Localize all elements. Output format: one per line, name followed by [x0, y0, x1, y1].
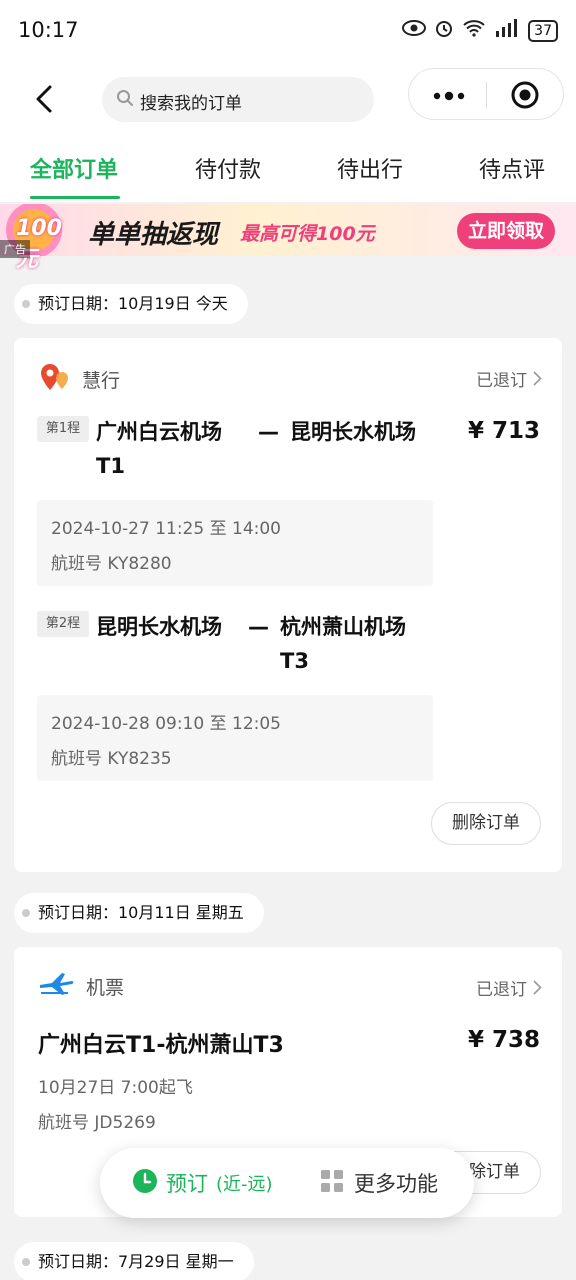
tab-pending-payment[interactable]: 待付款 — [195, 152, 261, 184]
leg-to: 杭州萧山机场 — [280, 615, 406, 639]
promo-banner[interactable]: 100元 广告 单单抽返现 最高可得100元 立即领取 — [0, 204, 576, 272]
order-date-pill: 预订日期：10月19日 今天 — [14, 284, 248, 324]
alarm-icon — [434, 18, 454, 43]
wifi-icon — [462, 19, 486, 42]
clock-icon — [132, 1168, 158, 1198]
leg-dash: — — [248, 615, 269, 639]
leg-flight-number: 航班号 KY8280 — [51, 554, 172, 574]
header: 搜索我的订单 全部订单 待付款 待出行 待点评 — [0, 62, 576, 202]
flight-number: 航班号 JD5269 — [38, 1113, 156, 1133]
order-status-label: 已退订 — [476, 980, 527, 1000]
leg-detail-box: 2024-10-27 11:25 至 14:00 航班号 KY8280 — [37, 500, 433, 586]
leg-from: 广州白云机场 — [96, 420, 222, 444]
chevron-right-icon — [533, 371, 542, 391]
claim-button[interactable]: 立即领取 — [457, 213, 555, 249]
tab-all-orders[interactable]: 全部订单 — [30, 152, 118, 184]
order-card[interactable]: 慧行 已退订 ¥ 713 第1程 广州白云机场 T1 — 昆明长水机场 2024… — [14, 338, 562, 872]
more-functions-label: 更多功能 — [354, 1172, 438, 1196]
leg-from: 昆明长水机场 — [96, 615, 222, 639]
book-button[interactable]: 预订 (近-远) — [132, 1168, 273, 1198]
floating-action-bar: 预订 (近-远) 更多功能 — [100, 1148, 474, 1218]
book-label: 预订 — [166, 1172, 208, 1196]
leg-detail-box: 2024-10-28 09:10 至 12:05 航班号 KY8235 — [37, 695, 433, 781]
departure-time: 10月27日 7:00起飞 — [38, 1078, 193, 1098]
banner-title: 单单抽返现 — [88, 220, 219, 250]
search-icon — [116, 89, 134, 111]
mini-program-capsule — [408, 68, 564, 120]
route-title: 广州白云T1-杭州萧山T3 — [38, 1033, 284, 1058]
leg-from-terminal: T1 — [96, 454, 125, 478]
signal-icon — [494, 19, 520, 42]
back-arrow-icon[interactable] — [30, 84, 60, 114]
tab-pending-travel[interactable]: 待出行 — [337, 152, 403, 184]
order-status[interactable]: 已退订 — [476, 366, 542, 391]
status-bar: 10:17 37 — [0, 0, 576, 62]
order-tabs: 全部订单 待付款 待出行 待点评 — [0, 148, 576, 202]
order-price: ¥ 738 — [467, 1027, 540, 1053]
capsule-divider — [486, 82, 487, 108]
banner-subtitle: 最高可得100元 — [240, 223, 375, 245]
book-sort-label: (近-远) — [216, 1174, 273, 1195]
leg-to-terminal: T3 — [280, 649, 309, 673]
battery-icon: 37 — [528, 19, 558, 42]
status-time: 10:17 — [18, 18, 79, 42]
leg-time: 2024-10-28 09:10 至 12:05 — [51, 714, 281, 734]
delete-order-button[interactable]: 删除订单 — [431, 802, 541, 845]
close-target-icon[interactable] — [511, 81, 539, 113]
leg-tag: 第2程 — [37, 611, 89, 637]
order-price: ¥ 713 — [467, 418, 540, 444]
chevron-right-icon — [533, 980, 542, 1000]
order-date-pill: 预订日期：7月29日 星期一 — [14, 1242, 254, 1280]
leg-flight-number: 航班号 KY8235 — [51, 749, 172, 769]
more-functions-button[interactable]: 更多功能 — [320, 1168, 438, 1198]
brand-name: 机票 — [86, 976, 125, 999]
active-tab-indicator — [30, 196, 120, 199]
order-brand: 机票 — [38, 971, 124, 1001]
ad-tag: 广告 — [0, 240, 30, 258]
leg-to: 昆明长水机场 — [290, 420, 416, 444]
status-icons: 37 — [402, 18, 558, 43]
brand-name: 慧行 — [82, 369, 121, 392]
order-status[interactable]: 已退订 — [476, 975, 542, 1000]
more-dots-icon[interactable] — [433, 87, 465, 106]
airplane-icon — [38, 971, 76, 1001]
grid-icon — [320, 1169, 344, 1197]
leg-dash: — — [258, 420, 279, 444]
eye-icon — [402, 20, 427, 41]
map-pin-icon — [38, 362, 72, 396]
leg-tag: 第1程 — [37, 416, 89, 442]
order-status-label: 已退订 — [476, 371, 527, 391]
search-input[interactable]: 搜索我的订单 — [102, 77, 374, 122]
order-brand: 慧行 — [38, 362, 120, 396]
search-placeholder: 搜索我的订单 — [140, 94, 242, 114]
tab-pending-review[interactable]: 待点评 — [479, 152, 545, 184]
leg-time: 2024-10-27 11:25 至 14:00 — [51, 519, 281, 539]
order-date-pill: 预订日期：10月11日 星期五 — [14, 893, 264, 933]
